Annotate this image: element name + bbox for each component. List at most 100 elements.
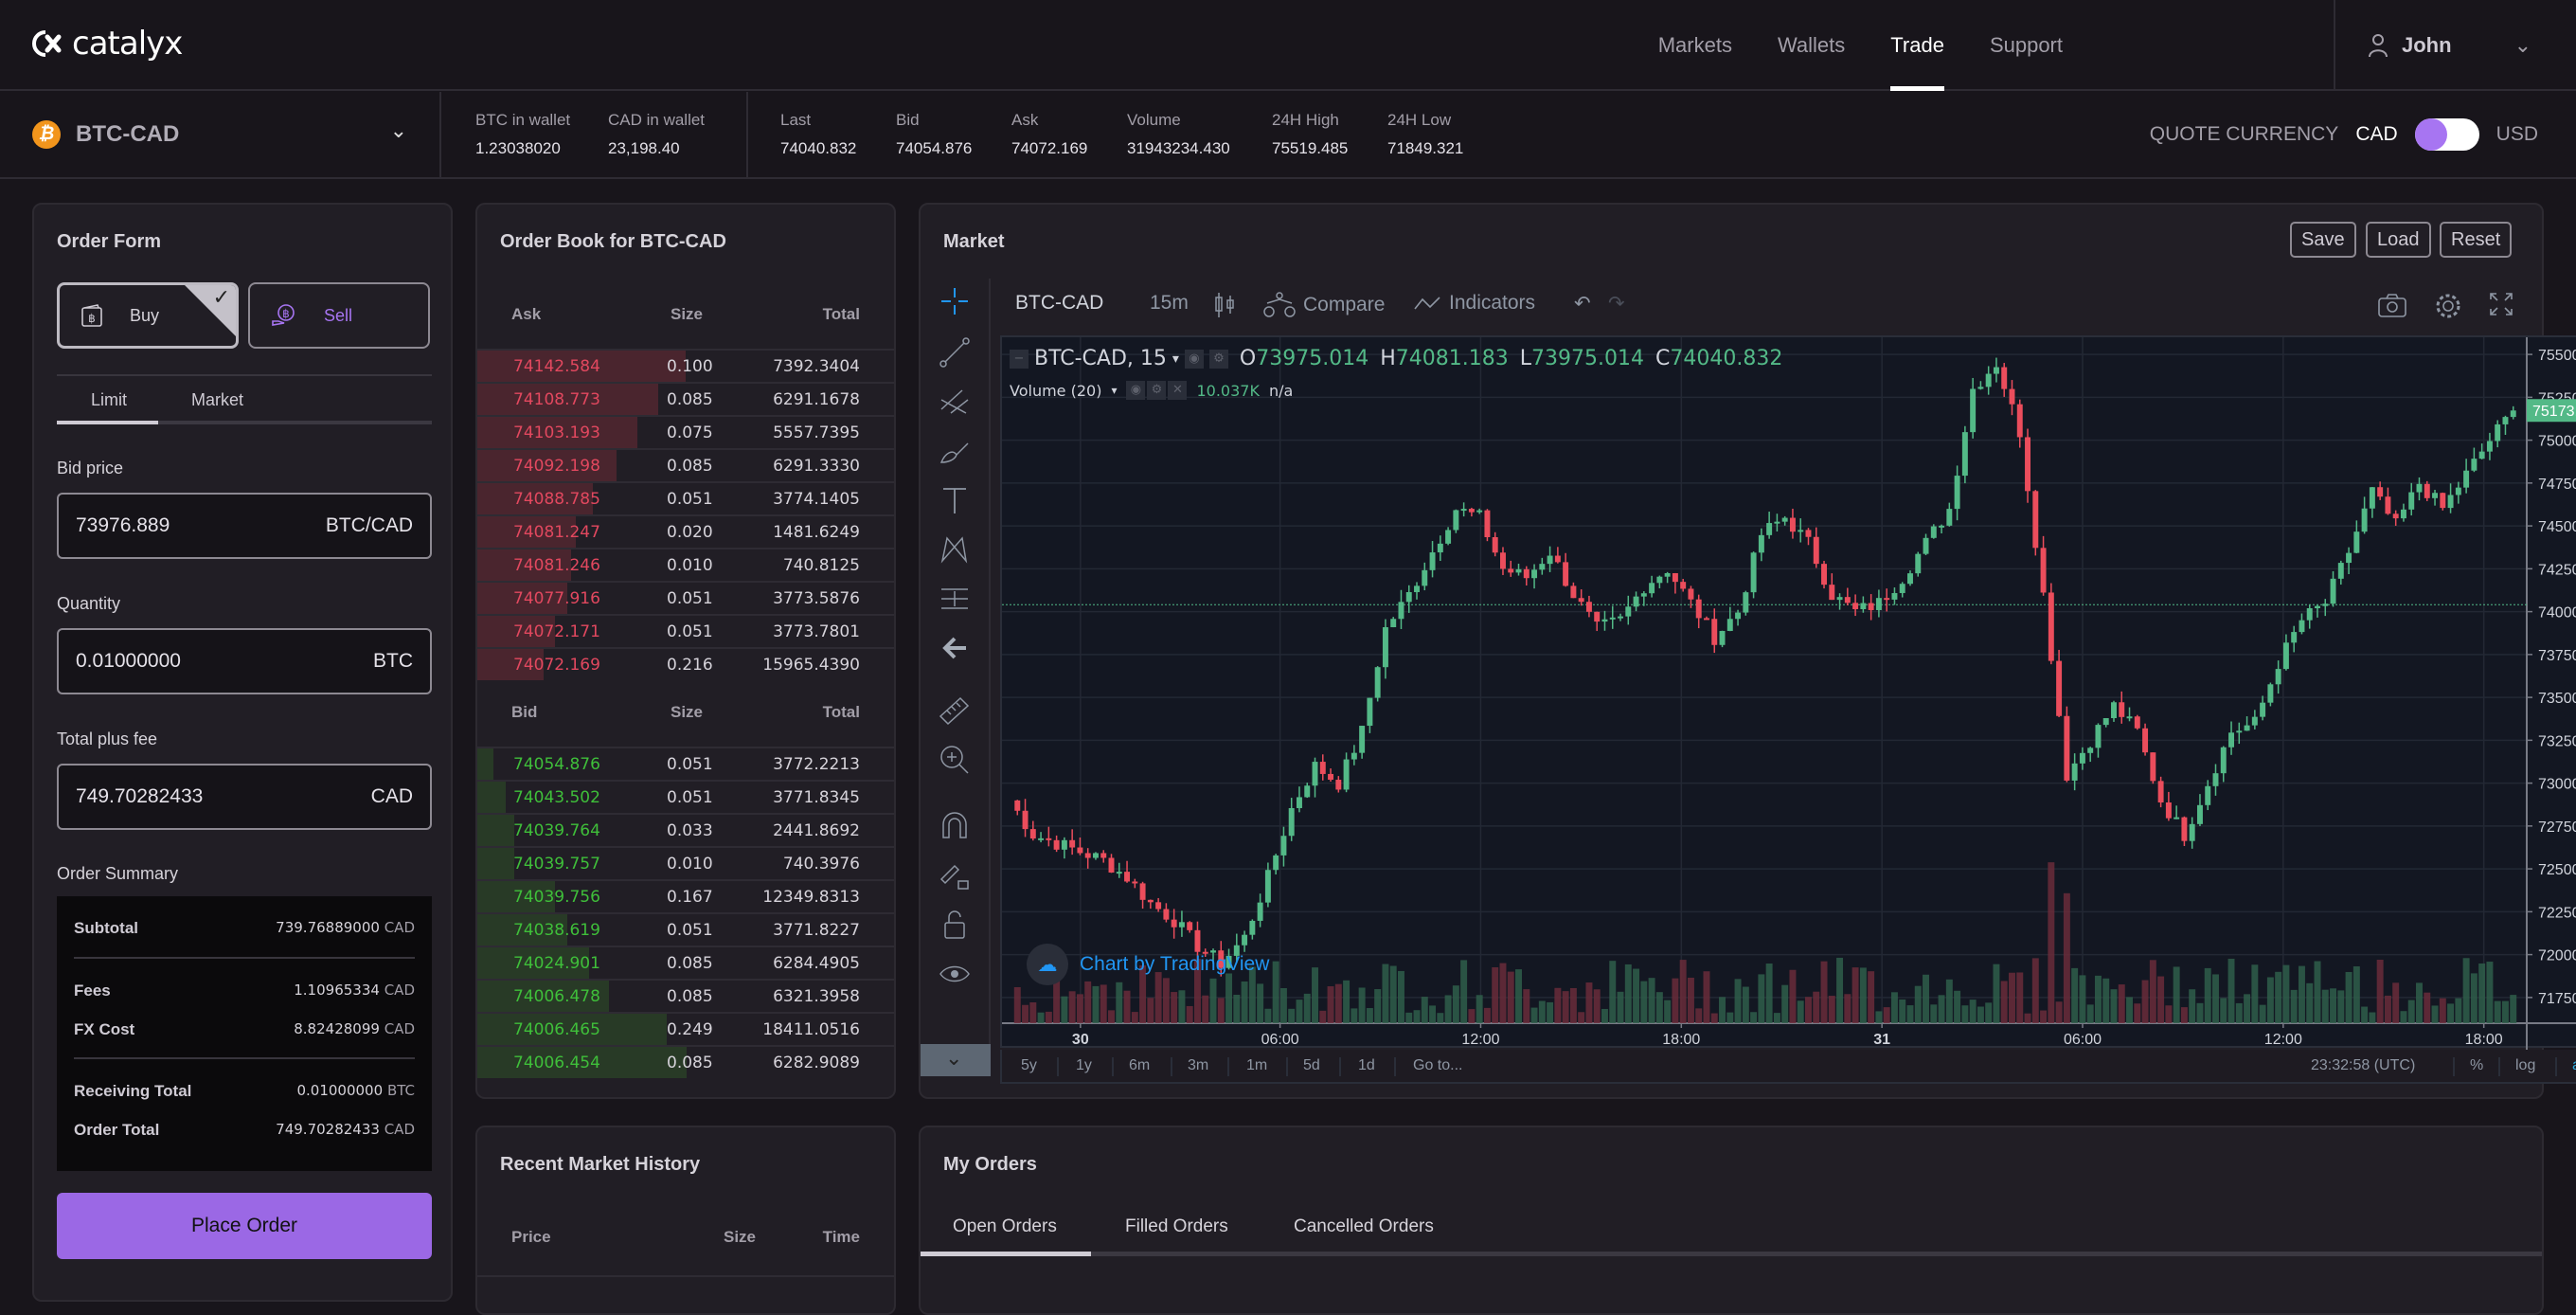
symbol-search[interactable]: BTC-CAD [1015,292,1103,315]
brush-tool[interactable] [936,432,974,470]
chart-settings-button[interactable] [2434,292,2462,320]
reset-button[interactable]: Reset [2440,222,2513,258]
nav-trade[interactable]: Trade [1868,0,1967,91]
sell-button[interactable]: ฿ Sell [248,282,430,349]
place-order-button[interactable]: Place Order [57,1193,432,1259]
ask-row[interactable]: 74103.193 0.075 5557.7395 [477,415,894,448]
text-tool[interactable] [936,481,974,519]
bid-row[interactable]: 74006.465 0.249 18411.0516 [477,1012,894,1045]
utc-clock[interactable]: 23:32:58 (UTC) [2311,1057,2415,1074]
ask-row[interactable]: 74072.171 0.051 3773.7801 [477,614,894,647]
bid-row[interactable]: 74024.901 0.085 6284.4905 [477,946,894,979]
lock-tool[interactable] [936,906,974,944]
bid-row[interactable]: 74038.619 0.051 3771.8227 [477,912,894,946]
ask-row[interactable]: 74077.916 0.051 3773.5876 [477,581,894,614]
quantity-input[interactable]: 0.01000000 BTC [57,628,432,694]
fib-tool[interactable] [936,383,974,421]
volume-bar [1750,1012,1758,1023]
close-icon[interactable]: ✕ [1168,381,1188,400]
eye-icon[interactable]: ◉ [1184,349,1204,369]
goto-date-button[interactable]: Go to... [1413,1057,1462,1074]
tab-open-orders[interactable]: Open Orders [953,1216,1057,1237]
save-button[interactable]: Save [2290,222,2356,258]
tab-market[interactable]: Market [191,390,243,410]
total-unit: CAD [370,785,413,807]
range-3m[interactable]: 3m [1188,1057,1208,1074]
fullscreen-button[interactable] [2489,292,2513,316]
gear-icon[interactable]: ⚙ [1208,349,1228,369]
volume-bar [1710,1013,1718,1023]
buy-button[interactable]: ฿ Buy ✓ [57,282,239,349]
trend-line-tool[interactable] [936,333,974,371]
chart-type-button[interactable] [1214,292,1235,318]
total-input[interactable]: 749.70282433 CAD [57,764,432,830]
log-scale-toggle[interactable]: log [2515,1057,2535,1074]
quote-currency-toggle[interactable] [2414,118,2479,151]
candle-body [2251,716,2258,726]
tradingview-badge[interactable]: ☁ Chart by TradingView [1027,944,1269,985]
row-total: 12349.8313 [762,888,860,907]
crosshair-tool[interactable] [936,282,974,320]
tab-limit[interactable]: Limit [91,390,127,410]
ruler-tool[interactable] [936,692,974,730]
nav-wallets[interactable]: Wallets [1755,0,1868,91]
nav-markets[interactable]: Markets [1636,0,1755,91]
pattern-tool[interactable] [936,531,974,568]
bid-row[interactable]: 74039.756 0.167 12349.8313 [477,879,894,912]
ask-row[interactable]: 74081.247 0.020 1481.6249 [477,514,894,548]
bid-row[interactable]: 74054.876 0.051 3772.2213 [477,747,894,780]
compare-button[interactable]: Compare [1263,292,1385,318]
bid-row[interactable]: 74039.757 0.010 740.3976 [477,846,894,879]
range-1m[interactable]: 1m [1246,1057,1267,1074]
prediction-tool[interactable] [936,580,974,618]
ask-row[interactable]: 74088.785 0.051 3774.1405 [477,481,894,514]
screenshot-button[interactable] [2377,292,2407,318]
bid-row[interactable]: 74006.478 0.085 6321.3958 [477,979,894,1012]
interval-select[interactable]: 15m [1150,292,1189,315]
divider [1394,1057,1396,1076]
candle-body [1187,922,1193,930]
range-5d[interactable]: 5d [1303,1057,1320,1074]
ask-row[interactable]: 74072.169 0.216 15965.4390 [477,647,894,680]
back-tool[interactable] [936,629,974,667]
tab-cancelled-orders[interactable]: Cancelled Orders [1294,1216,1434,1237]
bid-row[interactable]: 74039.764 0.033 2441.8692 [477,813,894,846]
eye-icon[interactable]: ◉ [1126,381,1146,400]
range-1d[interactable]: 1d [1358,1057,1375,1074]
collapse-legend-icon[interactable]: − [1010,349,1029,369]
zoom-tool[interactable] [936,741,974,779]
user-menu[interactable]: John ⌄ [2334,0,2576,91]
brand-logo[interactable]: catalyx [30,25,183,63]
load-button[interactable]: Load [2366,222,2431,258]
visibility-tool[interactable] [936,955,974,993]
candle-body [1946,509,1953,526]
percent-scale-toggle[interactable]: % [2470,1057,2483,1074]
collapse-tools-button[interactable]: ⌄ [921,1044,991,1076]
gear-icon[interactable]: ⚙ [1147,381,1167,400]
row-total: 3774.1405 [773,490,860,509]
nav-support[interactable]: Support [1967,0,2085,91]
row-price: 74081.247 [513,523,600,542]
volume-na: n/a [1268,381,1294,400]
row-total: 1481.6249 [773,523,860,542]
bid-row[interactable]: 74043.502 0.051 3771.8345 [477,780,894,813]
auto-scale-toggle[interactable]: auto [2572,1057,2576,1074]
ask-row[interactable]: 74142.584 0.100 7392.3404 [477,349,894,382]
pair-selector[interactable]: ₿ BTC-CAD ⌄ [0,92,441,177]
bid-row[interactable]: 74006.454 0.085 6282.9089 [477,1045,894,1078]
ask-row[interactable]: 74081.246 0.010 740.8125 [477,548,894,581]
redo-button[interactable]: ↷ [1608,292,1625,315]
range-1y[interactable]: 1y [1076,1057,1092,1074]
indicators-button[interactable]: Indicators [1413,292,1535,315]
ask-row[interactable]: 74092.198 0.085 6291.3330 [477,448,894,481]
ask-row[interactable]: 74108.773 0.085 6291.1678 [477,382,894,415]
range-6m[interactable]: 6m [1129,1057,1150,1074]
range-5y[interactable]: 5y [1021,1057,1037,1074]
magnet-tool[interactable] [936,807,974,845]
undo-button[interactable]: ↶ [1574,292,1591,315]
lock-drawings-tool[interactable] [936,856,974,894]
price-chart[interactable]: 75500.00075250.00075000.00074750.0007450… [1000,335,2576,1050]
tab-filled-orders[interactable]: Filled Orders [1125,1216,1228,1237]
bid-price-input[interactable]: 73976.889 BTC/CAD [57,493,432,559]
row-total: 6282.9089 [773,1054,860,1072]
